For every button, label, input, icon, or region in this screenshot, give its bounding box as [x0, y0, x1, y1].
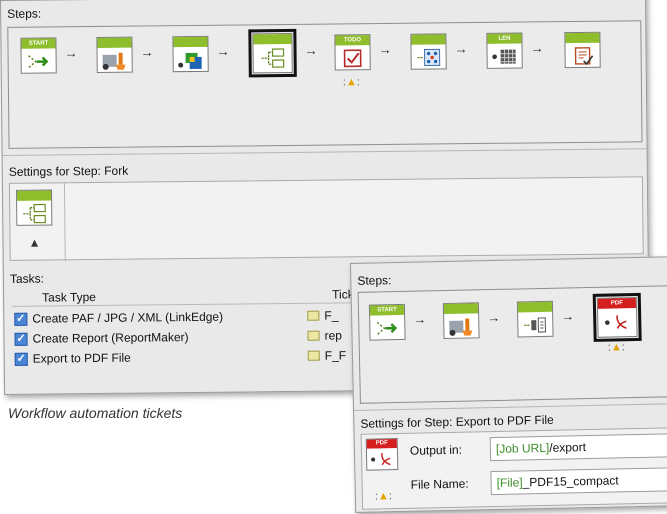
divider: [63, 183, 66, 262]
output-field[interactable]: [Job URL]/export: [489, 433, 667, 462]
step-pdf-selected[interactable]: PDF: [592, 292, 642, 342]
ticket-name: F_: [324, 308, 339, 323]
step-start[interactable]: START: [20, 37, 57, 74]
fork-step-icon: [23, 203, 46, 224]
step-compose[interactable]: [172, 35, 209, 73]
bell-icon: :▲:: [607, 341, 625, 354]
column-task-type[interactable]: Task Type: [42, 290, 96, 305]
task-label: Create PAF / JPG / XML (LinkEdge): [32, 309, 224, 326]
step-report-badge: [565, 32, 600, 44]
arrow-icon: →: [64, 45, 78, 61]
step-report[interactable]: [564, 31, 601, 69]
fork-step-icon: [261, 48, 285, 68]
checkbox-icon[interactable]: ✓: [14, 312, 28, 326]
pdf-step-icon: [605, 315, 627, 329]
step-start[interactable]: START: [368, 303, 406, 341]
arrow-icon: →: [304, 42, 318, 58]
todo-step-icon: [343, 49, 362, 68]
arrow-icon: →: [216, 43, 230, 59]
process-step-icon: [524, 317, 546, 333]
compose-step-icon: [178, 52, 202, 70]
paint-step-icon: [449, 318, 473, 336]
arrow-icon: →: [561, 308, 575, 324]
step-paint[interactable]: [96, 36, 133, 73]
grid-step-icon: [417, 48, 441, 67]
step-link[interactable]: LEN: [486, 32, 523, 69]
settings-label: Settings for Step: Export to PDF File: [360, 412, 554, 431]
step-todo[interactable]: TODO: [334, 34, 371, 71]
settings-pdf-step[interactable]: PDF: [365, 438, 399, 471]
link-step-icon: [492, 49, 516, 64]
step-link-badge: LEN: [487, 33, 522, 44]
ticket-name: F_F: [324, 348, 347, 363]
start-step-icon: [28, 55, 49, 69]
step-compose-badge: [173, 36, 208, 48]
output-path: /export: [549, 440, 587, 455]
bell-icon: :▲:: [342, 76, 360, 89]
checkbox-icon[interactable]: ✓: [14, 352, 28, 366]
step-process-badge: [517, 301, 553, 313]
settings-fork-step[interactable]: [15, 189, 53, 226]
divider: [354, 403, 667, 411]
output-label: Output in:: [409, 442, 463, 458]
step-pdf-badge: PDF: [597, 298, 637, 309]
arrow-icon: →: [530, 40, 544, 56]
step-paint-badge: [443, 303, 479, 315]
settings-pdf-badge: PDF: [366, 439, 397, 449]
arrow-icon: →: [487, 309, 501, 326]
step-start-badge: START: [21, 38, 56, 49]
step-paint[interactable]: [442, 302, 480, 340]
ticket-icon: [307, 350, 320, 361]
filename-suffix: _PDF15_compact: [522, 473, 619, 490]
bell-icon[interactable]: :▲:: [375, 490, 392, 502]
ticket-name: rep: [324, 328, 342, 343]
arrow-icon: →: [140, 44, 154, 60]
settings-fork-badge: [16, 190, 52, 201]
steps-strip: START → → →: [7, 20, 643, 149]
checkbox-icon[interactable]: ✓: [14, 332, 28, 346]
arrow-icon: →: [454, 41, 468, 57]
filename-field[interactable]: [File]_PDF15_compact: [490, 467, 667, 496]
task-label: Create Report (ReportMaker): [32, 330, 189, 346]
step-grid-badge: [411, 34, 446, 45]
steps-strip: START → → →: [357, 285, 667, 404]
step-fork-selected[interactable]: [248, 28, 297, 78]
divider: [2, 148, 649, 156]
steps-label: Steps:: [7, 6, 42, 21]
step-grid[interactable]: [410, 33, 447, 70]
bell-icon[interactable]: ▲: [28, 236, 40, 250]
step-fork-badge: [253, 33, 292, 45]
steps-label: Steps:: [357, 273, 392, 288]
ticket-icon: [307, 330, 320, 341]
workflow-panel-pdf: Steps: START → → → PDF:▲: Settings for …: [350, 256, 667, 513]
filename-label: File Name:: [410, 476, 469, 492]
settings-area: ▲: [8, 176, 644, 262]
paint-step-icon: [102, 52, 126, 70]
settings-area: PDF :▲: Output in: [Job URL]/export File…: [360, 427, 667, 510]
output-token: [Job URL]: [495, 440, 550, 456]
arrow-icon: →: [413, 311, 427, 327]
step-paint-badge: [97, 37, 132, 48]
start-step-icon: [376, 321, 398, 335]
tasks-label: Tasks:: [9, 271, 45, 286]
ticket-icon: [307, 310, 320, 321]
step-start-badge: START: [369, 304, 405, 316]
pdf-step-icon: [371, 452, 391, 466]
filename-token: [File]: [496, 475, 523, 490]
caption: Workflow automation tickets: [8, 405, 183, 421]
arrow-icon: →: [378, 41, 392, 58]
step-todo-badge: TODO: [335, 35, 370, 46]
task-label: Export to PDF File: [32, 350, 131, 366]
settings-label: Settings for Step: Fork: [8, 163, 129, 179]
report-step-icon: [574, 47, 594, 66]
step-process[interactable]: [516, 300, 554, 338]
